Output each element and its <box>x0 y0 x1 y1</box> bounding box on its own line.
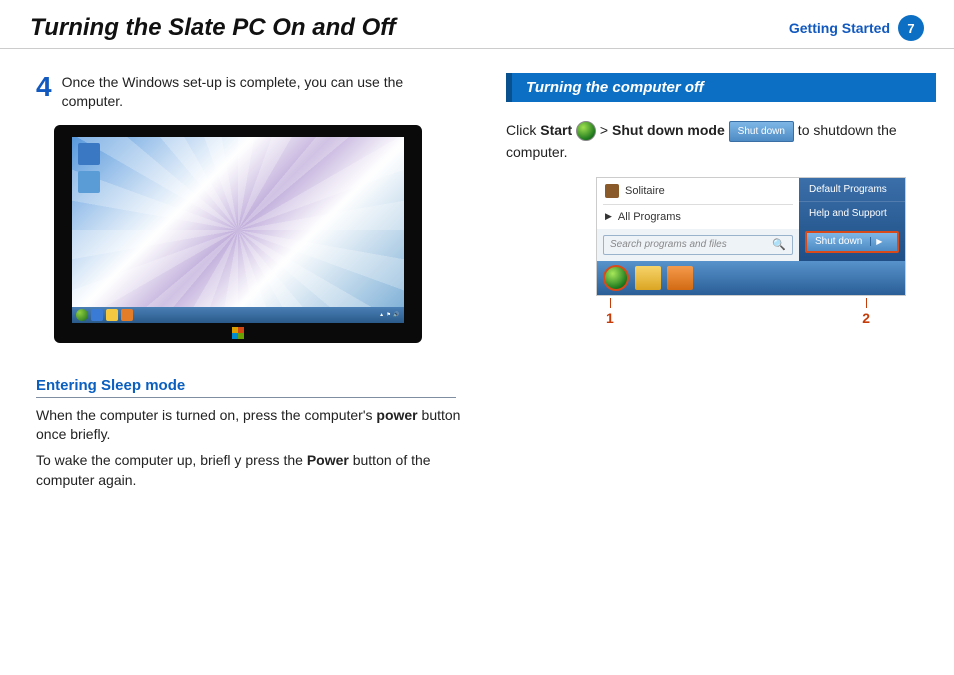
page-title: Turning the Slate PC On and Off <box>30 14 396 42</box>
start-menu-all-programs[interactable]: ▶ All Programs <box>597 205 799 229</box>
sleep-mode-heading: Entering Sleep mode <box>36 377 456 398</box>
taskbar-media-icon[interactable] <box>667 266 693 290</box>
step-text: Once the Windows set-up is complete, you… <box>62 73 466 111</box>
right-column: Turning the computer off Click Start > S… <box>506 73 936 496</box>
start-menu-item-solitaire[interactable]: Solitaire <box>597 178 799 204</box>
callout-2: 2 <box>862 298 870 326</box>
taskbar: ▲ ⚑ 🔊 <box>72 307 404 323</box>
page-number-badge: 7 <box>898 15 924 41</box>
start-menu-default-programs[interactable]: Default Programs <box>799 178 905 201</box>
start-menu-left-pane: Solitaire ▶ All Programs Search programs… <box>597 178 799 261</box>
start-orb-button[interactable] <box>603 265 629 291</box>
sleep-mode-p1: When the computer is turned on, press th… <box>36 406 466 445</box>
desktop-icon <box>78 171 100 193</box>
header-right: Getting Started 7 <box>789 15 924 41</box>
page-header: Turning the Slate PC On and Off Getting … <box>0 0 954 49</box>
shutdown-button-label: Shut down <box>807 236 870 247</box>
start-menu-right-pane: Default Programs Help and Support Shut d… <box>799 178 905 261</box>
left-column: 4 Once the Windows set-up is complete, y… <box>36 73 466 496</box>
start-menu-figure: Solitaire ▶ All Programs Search programs… <box>596 177 906 296</box>
search-icon: 🔍 <box>772 238 786 251</box>
media-player-icon <box>121 309 133 321</box>
taskbar-explorer-icon[interactable] <box>635 266 661 290</box>
shutdown-button-inline: Shut down <box>729 121 794 142</box>
explorer-icon <box>106 309 118 321</box>
start-orb-icon <box>76 309 88 321</box>
search-input[interactable]: Search programs and files 🔍 <box>603 235 793 255</box>
shutdown-dropdown-icon[interactable]: ▶ <box>870 237 887 246</box>
start-orb-inline-icon <box>576 121 596 141</box>
turning-off-heading: Turning the computer off <box>506 73 936 102</box>
callout-row: 1 2 <box>596 298 906 326</box>
solitaire-icon <box>605 184 619 198</box>
shutdown-button[interactable]: Shut down ▶ <box>805 231 899 253</box>
system-tray: ▲ ⚑ 🔊 <box>379 312 400 318</box>
figure-taskbar <box>597 261 905 295</box>
tablet-screen: ▲ ⚑ 🔊 <box>72 137 404 323</box>
tablet-illustration: ▲ ⚑ 🔊 <box>54 125 422 343</box>
ie-icon <box>91 309 103 321</box>
search-placeholder: Search programs and files <box>610 239 727 250</box>
step-4: 4 Once the Windows set-up is complete, y… <box>36 73 466 111</box>
section-name: Getting Started <box>789 20 890 36</box>
sleep-mode-p2: To wake the computer up, briefl y press … <box>36 451 466 490</box>
recycle-bin-icon <box>78 143 100 165</box>
arrow-right-icon: ▶ <box>605 211 612 222</box>
shutdown-instruction: Click Start > Shut down mode Shut down t… <box>506 120 936 163</box>
step-number: 4 <box>36 73 52 101</box>
callout-1: 1 <box>606 298 614 326</box>
start-menu-help-support[interactable]: Help and Support <box>799 201 905 225</box>
windows-button-icon <box>232 327 244 339</box>
